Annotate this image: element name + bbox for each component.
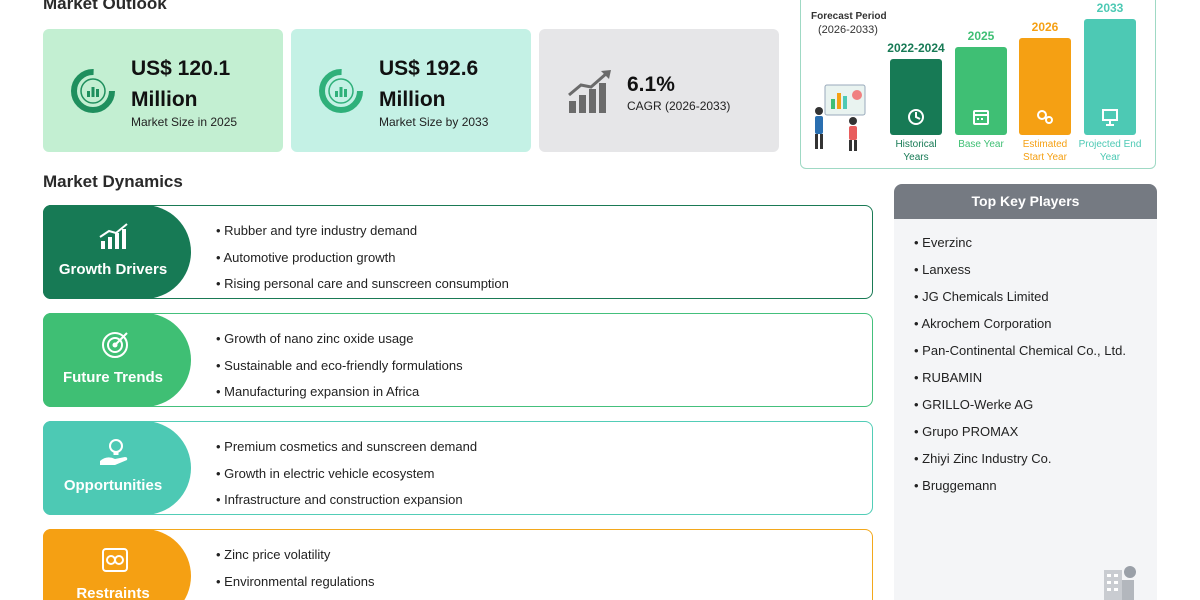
forecast-year-base-year: 2025 <box>967 29 995 43</box>
restraints-list: Zinc price volatility Environmental regu… <box>216 542 374 595</box>
market-size-2025-label: Market Size in 2025 <box>131 115 238 129</box>
list-item: Zinc price volatility <box>216 542 374 569</box>
list-item: RUBAMIN <box>914 364 1126 391</box>
donut-chart-icon <box>71 69 115 113</box>
restraints-row: Restraints Zinc price volatility Environ… <box>43 529 873 600</box>
list-item: Infrastructure and construction expansio… <box>216 487 477 514</box>
calendar-icon <box>973 110 989 125</box>
rising-chart-icon <box>99 223 128 249</box>
market-size-2033-card: US$ 192.6 Million Market Size by 2033 <box>291 29 531 152</box>
opportunities-list: Premium cosmetics and sunscreen demand G… <box>216 434 477 514</box>
forecast-bar-base-year <box>955 47 1007 135</box>
forecast-period-label: Forecast Period <box>811 11 887 22</box>
lightbulb-hand-icon <box>100 439 128 465</box>
market-size-2025-value: US$ 120.1 Million <box>131 57 231 111</box>
target-icon <box>102 332 128 358</box>
forecast-bar-end-year <box>1084 19 1136 135</box>
presentation-icon <box>1102 109 1118 126</box>
opportunities-row: Opportunities Premium cosmetics and suns… <box>43 421 873 515</box>
future-trends-tag: Future Trends <box>43 313 191 407</box>
history-icon <box>908 109 924 125</box>
market-size-2025-card: US$ 120.1 Million Market Size in 2025 <box>43 29 283 152</box>
list-item: Environmental regulations <box>216 569 374 596</box>
list-item: JG Chemicals Limited <box>914 283 1126 310</box>
list-item: Everzinc <box>914 229 1126 256</box>
forecast-period-panel: Forecast Period (2026-2033) 2022-2024 His… <box>800 0 1156 169</box>
market-size-2033-value: US$ 192.6 Million <box>379 57 479 111</box>
list-item: Automotive production growth <box>216 245 509 272</box>
opportunities-tag: Opportunities <box>43 421 191 515</box>
forecast-year-end-year: 2033 <box>1096 1 1124 15</box>
list-item: Rising personal care and sunscreen consu… <box>216 271 509 298</box>
list-item: Premium cosmetics and sunscreen demand <box>216 434 477 461</box>
cagr-label: CAGR (2026-2033) <box>627 99 731 113</box>
top-key-players-title: Top Key Players <box>894 184 1157 219</box>
donut-chart-icon <box>319 69 363 113</box>
gears-icon <box>1037 110 1053 124</box>
top-key-players-panel: Top Key Players Everzinc Lanxess JG Chem… <box>894 184 1157 600</box>
list-item: Manufacturing expansion in Africa <box>216 379 463 406</box>
market-dynamics-title: Market Dynamics <box>43 172 183 191</box>
growth-bars-icon <box>568 70 611 113</box>
future-trends-row: Future Trends Growth of nano zinc oxide … <box>43 313 873 407</box>
market-outlook-title: Market Outlook <box>43 0 167 13</box>
key-players-list: Everzinc Lanxess JG Chemicals Limited Ak… <box>914 229 1126 499</box>
growth-drivers-tag: Growth Drivers <box>43 205 191 299</box>
forecast-period-range: (2026-2033) <box>818 24 878 36</box>
forecast-bar-start-year <box>1019 38 1071 135</box>
forecast-caption-base-year: Base Year <box>958 139 1004 150</box>
building-icon <box>1104 566 1136 600</box>
list-item: Growth in electric vehicle ecosystem <box>216 461 477 488</box>
forecast-caption-end-year: Projected End Year <box>1078 139 1142 163</box>
list-item: Pan-Continental Chemical Co., Ltd. <box>914 337 1126 364</box>
list-item: Bruggemann <box>914 472 1126 499</box>
forecast-caption-start-year: Estimated Start Year <box>1022 139 1068 163</box>
list-item: Zhiyi Zinc Industry Co. <box>914 445 1126 472</box>
list-item: Growth of nano zinc oxide usage <box>216 326 463 353</box>
market-size-2033-label: Market Size by 2033 <box>379 115 489 129</box>
list-item: Grupo PROMAX <box>914 418 1126 445</box>
people-analytics-icon <box>815 84 866 151</box>
future-trends-label: Future Trends <box>62 369 163 386</box>
growth-drivers-row: Growth Drivers Rubber and tyre industry … <box>43 205 873 299</box>
growth-drivers-label: Growth Drivers <box>58 261 168 278</box>
list-item: Akrochem Corporation <box>914 310 1126 337</box>
forecast-caption-historical-years: Historical Years <box>895 139 937 163</box>
list-item: GRILLO-Werke AG <box>914 391 1126 418</box>
cagr-value: 6.1% <box>627 73 675 96</box>
growth-drivers-list: Rubber and tyre industry demand Automoti… <box>216 218 509 298</box>
list-item: Lanxess <box>914 256 1126 283</box>
forecast-bar-historical-years <box>890 59 942 135</box>
future-trends-list: Growth of nano zinc oxide usage Sustaina… <box>216 326 463 406</box>
restraints-tag: Restraints <box>43 529 191 600</box>
forecast-year-start-year: 2026 <box>1031 20 1059 34</box>
restraints-label: Restraints <box>76 585 150 600</box>
restraint-icon <box>102 548 128 572</box>
forecast-year-historical-years: 2022-2024 <box>887 41 945 55</box>
list-item: Rubber and tyre industry demand <box>216 218 509 245</box>
opportunities-label: Opportunities <box>63 477 163 494</box>
list-item: Sustainable and eco-friendly formulation… <box>216 353 462 380</box>
cagr-card: 6.1% CAGR (2026-2033) <box>539 29 779 152</box>
